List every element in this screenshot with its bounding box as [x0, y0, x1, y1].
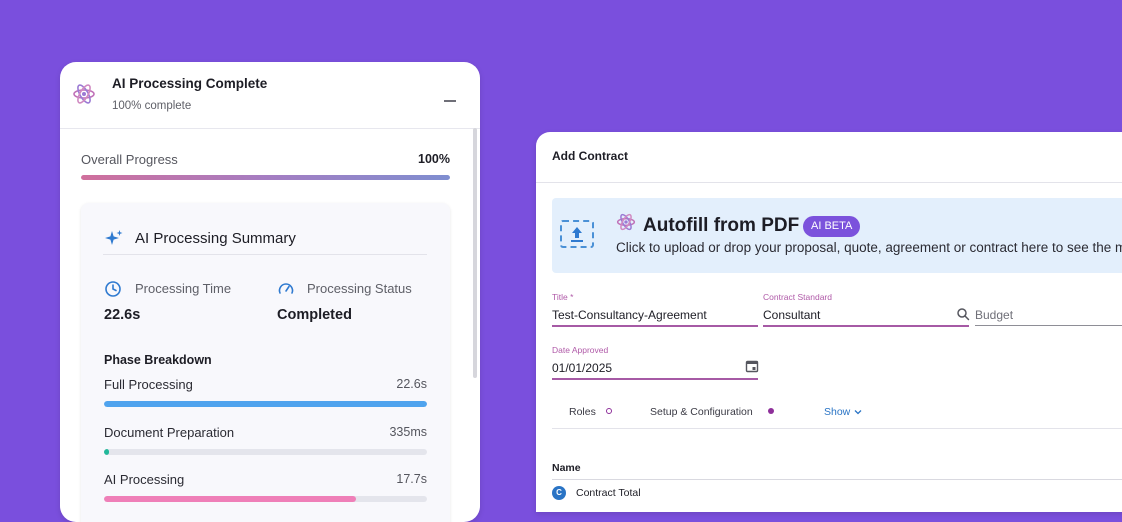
phase-name: Full Processing: [104, 377, 193, 392]
atom-logo-icon: [73, 84, 95, 104]
divider: [536, 182, 1122, 183]
processing-summary-card: AI Processing Summary Processing Time 22…: [81, 203, 450, 522]
clock-icon: [105, 281, 121, 297]
phase-duration: 335ms: [389, 425, 427, 439]
search-icon[interactable]: [956, 307, 970, 321]
tab-roles[interactable]: Roles: [569, 406, 596, 418]
contract-standard-label: Contract Standard: [763, 292, 832, 302]
processing-status-value: Completed: [277, 307, 352, 323]
budget-placeholder[interactable]: Budget: [975, 308, 1013, 322]
chevron-down-icon[interactable]: [854, 408, 862, 416]
processing-time-label: Processing Time: [135, 281, 232, 296]
title-label: Title *: [552, 292, 574, 302]
contract-standard-value[interactable]: Consultant: [763, 308, 820, 322]
table-row[interactable]: Contract Total: [576, 487, 641, 499]
calendar-icon[interactable]: [745, 359, 759, 373]
ai-beta-badge: AI BETA: [803, 216, 861, 237]
autofill-description: Click to upload or drop your proposal, q…: [616, 240, 1122, 255]
phase-duration: 17.7s: [396, 472, 427, 486]
phase-name: AI Processing: [104, 472, 185, 487]
field-underline: [975, 325, 1122, 326]
sparkle-icon: [105, 230, 123, 245]
upload-icon[interactable]: [560, 220, 594, 248]
field-underline: [552, 325, 758, 327]
panel-subtitle: 100% complete: [112, 100, 192, 112]
autofill-dropzone[interactable]: Autofill from PDF AI BETA Click to uploa…: [552, 198, 1122, 273]
status-dot-empty: [606, 408, 612, 414]
phase-breakdown-title: Phase Breakdown: [104, 353, 212, 367]
status-dot-filled: [768, 408, 774, 414]
show-button[interactable]: Show: [824, 406, 850, 418]
title-value[interactable]: Test-Consultancy-Agreement: [552, 308, 707, 322]
overall-progress-bar: [81, 175, 450, 180]
atom-logo-icon: [616, 213, 636, 231]
overall-progress-label: Overall Progress: [81, 152, 178, 167]
processing-time-value: 22.6s: [104, 307, 141, 323]
panel-title: AI Processing Complete: [112, 76, 268, 91]
divider: [103, 254, 427, 255]
field-underline: [763, 325, 969, 327]
autofill-title: Autofill from PDF: [643, 215, 800, 236]
speedometer-icon: [278, 283, 294, 294]
divider: [552, 428, 1122, 429]
field-underline: [552, 378, 758, 380]
phase-progress-fill: [104, 449, 109, 455]
phase-progress-bar: [104, 449, 427, 455]
phase-progress-fill: [104, 401, 427, 407]
tab-setup-configuration[interactable]: Setup & Configuration: [650, 406, 753, 418]
phase-duration: 22.6s: [396, 377, 427, 391]
date-approved-value[interactable]: 01/01/2025: [552, 361, 612, 375]
overall-progress-fill: [81, 175, 450, 180]
date-approved-label: Date Approved: [552, 345, 609, 355]
phase-progress-bar: [104, 401, 427, 407]
divider: [552, 479, 1122, 480]
dialog-title: Add Contract: [552, 149, 628, 163]
add-contract-panel: Add Contract Autofill from PDF AI BETA C…: [536, 132, 1122, 512]
phase-name: Document Preparation: [104, 425, 235, 440]
summary-title: AI Processing Summary: [135, 230, 296, 247]
minimize-icon[interactable]: [444, 100, 456, 102]
ai-processing-panel: AI Processing Complete 100% complete Ove…: [60, 62, 480, 522]
phase-progress-bar: [104, 496, 427, 502]
overall-progress-value: 100%: [418, 152, 450, 166]
name-column-header: Name: [552, 462, 581, 474]
phase-progress-fill: [104, 496, 356, 502]
panel-header: AI Processing Complete 100% complete: [60, 62, 480, 129]
processing-status-label: Processing Status: [307, 281, 412, 296]
scrollbar[interactable]: [473, 128, 477, 378]
